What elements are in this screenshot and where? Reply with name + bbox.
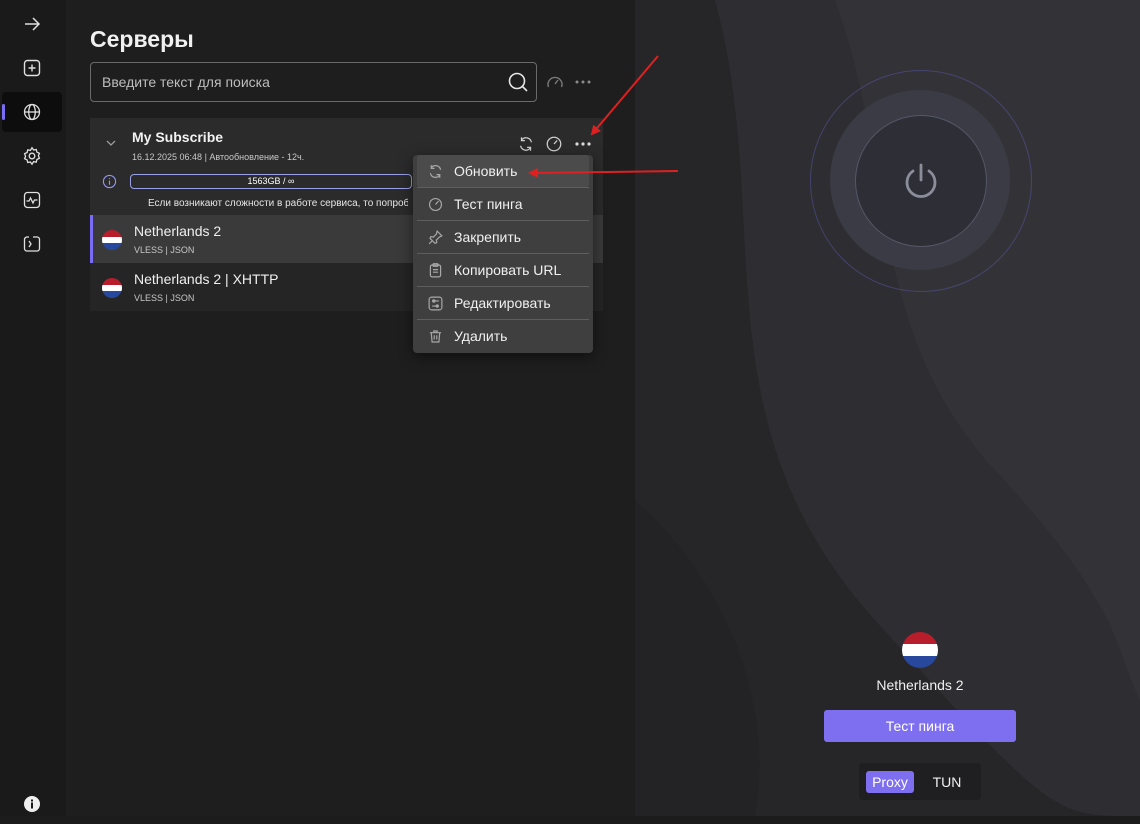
- servers-panel: Серверы My Subscribe 16.12.2025 06:48 | …: [66, 0, 635, 816]
- sidebar-item-stats[interactable]: [2, 180, 62, 220]
- sidebar: [0, 0, 66, 816]
- server-type: VLESS | JSON: [134, 293, 195, 303]
- clipboard-icon: [429, 262, 442, 277]
- menu-item-label: Закрепить: [454, 229, 522, 245]
- context-menu: Обновить Тест пинга Закрепить Копировать…: [413, 155, 593, 353]
- sidebar-item-about[interactable]: [2, 784, 62, 824]
- connection-pane: Netherlands 2 Тест пинга Proxy TUN: [635, 0, 1140, 816]
- menu-item-label: Редактировать: [454, 295, 551, 311]
- traffic-bar: 1563GB / ∞: [130, 174, 412, 189]
- info-icon[interactable]: [102, 174, 117, 189]
- activity-icon: [23, 191, 41, 209]
- subscription-notice: Если возникают сложности в работе сервис…: [148, 198, 408, 209]
- mode-proxy-button[interactable]: Proxy: [866, 771, 914, 793]
- chevron-down-icon[interactable]: [104, 136, 118, 150]
- menu-item-label: Копировать URL: [454, 262, 562, 278]
- trash-icon: [429, 329, 442, 343]
- sidebar-item-collapse[interactable]: [2, 4, 62, 44]
- search-icon[interactable]: [506, 70, 530, 94]
- netherlands-flag-icon: [102, 278, 122, 298]
- subscription-name: My Subscribe: [132, 129, 224, 145]
- edit-icon: [428, 296, 443, 310]
- refresh-icon[interactable]: [517, 135, 535, 153]
- subscription-meta: 16.12.2025 06:48 | Автообновление - 12ч.: [132, 152, 305, 162]
- more-icon[interactable]: [573, 72, 593, 92]
- info-icon: [24, 796, 40, 812]
- mode-toggle: Proxy TUN: [859, 763, 981, 800]
- selected-server-name: Netherlands 2: [876, 677, 964, 693]
- menu-item-label: Тест пинга: [454, 196, 523, 212]
- add-square-icon: [23, 59, 41, 77]
- sidebar-item-settings[interactable]: [2, 136, 62, 176]
- more-icon[interactable]: [573, 135, 593, 153]
- connect-button[interactable]: [855, 115, 987, 247]
- sidebar-item-routing[interactable]: [2, 224, 62, 264]
- refresh-icon: [429, 164, 442, 178]
- search-box[interactable]: [90, 62, 537, 102]
- speedometer-icon[interactable]: [545, 73, 565, 93]
- netherlands-flag-icon: [102, 230, 122, 250]
- server-name: Netherlands 2: [134, 223, 222, 239]
- menu-item-refresh[interactable]: Обновить: [417, 155, 589, 187]
- speedometer-icon: [428, 197, 443, 211]
- gear-icon: [23, 146, 41, 166]
- code-icon: [23, 236, 41, 252]
- menu-item-delete[interactable]: Удалить: [417, 320, 589, 352]
- pin-icon: [428, 229, 443, 244]
- globe-icon: [23, 103, 41, 121]
- server-type: VLESS | JSON: [134, 245, 195, 255]
- netherlands-flag-icon: [902, 632, 938, 668]
- power-icon: [905, 163, 937, 198]
- menu-item-ping[interactable]: Тест пинга: [417, 188, 589, 220]
- menu-item-label: Удалить: [454, 328, 508, 344]
- mode-tun-button[interactable]: TUN: [925, 771, 969, 793]
- sidebar-item-add[interactable]: [2, 48, 62, 88]
- menu-item-pin[interactable]: Закрепить: [417, 221, 589, 253]
- server-name: Netherlands 2 | XHTTP: [134, 271, 279, 287]
- sidebar-item-servers[interactable]: [2, 92, 62, 132]
- ping-test-button[interactable]: Тест пинга: [824, 710, 1016, 742]
- menu-item-copy-url[interactable]: Копировать URL: [417, 254, 589, 286]
- arrow-right-icon: [25, 17, 41, 31]
- menu-item-edit[interactable]: Редактировать: [417, 287, 589, 319]
- page-title: Серверы: [90, 26, 194, 52]
- search-input[interactable]: [91, 73, 506, 91]
- speedometer-icon[interactable]: [545, 135, 563, 153]
- menu-item-label: Обновить: [454, 163, 518, 179]
